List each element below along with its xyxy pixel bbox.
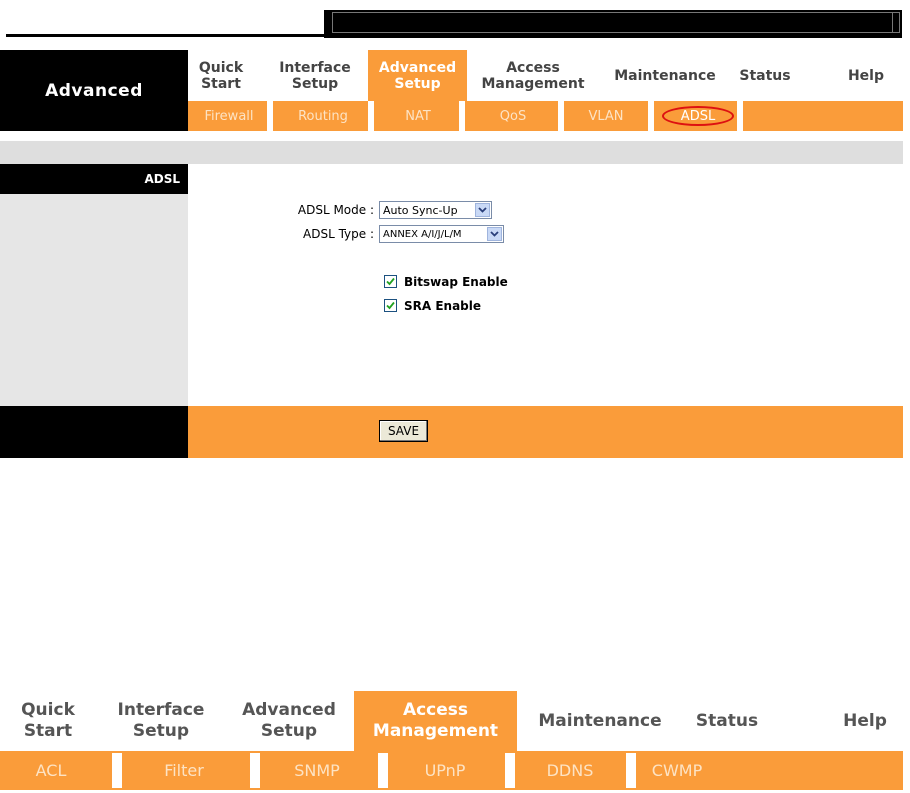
subnav-separator [558,101,564,131]
nav-label: Maintenance [614,67,716,84]
nav-maintenance[interactable]: Maintenance [604,50,726,101]
subnav-vlan[interactable]: VLAN [568,101,644,131]
subnav-nat[interactable]: NAT [378,101,458,131]
subnav-separator [368,101,374,131]
adsl-type-label: ADSL Type : [303,227,374,241]
subnav2-cwmp[interactable]: CWMP [640,751,714,790]
nav2-label: Advanced Setup [242,700,336,741]
subnav2-separator [378,753,388,788]
subnav-routing[interactable]: Routing [280,101,366,131]
section-title: ADSL [144,172,180,186]
nav2-label: Access Management [372,700,499,741]
sra-label: SRA Enable [404,299,482,313]
nav-advanced-setup[interactable]: Advanced Setup [368,50,467,101]
subnav2-separator [505,753,515,788]
subnav2-upnp[interactable]: UPnP [390,751,500,790]
nav-interface-setup[interactable]: Interface Setup [263,50,367,101]
nav-quick-start[interactable]: Quick Start [188,50,254,101]
save-button[interactable]: SAVE [379,420,428,442]
subnav2-separator [250,753,260,788]
nav2-status[interactable]: Status [686,691,768,751]
nav-label: Help [847,67,885,84]
nav2-label: Interface Setup [117,700,205,741]
nav2-quick-start[interactable]: Quick Start [0,691,96,751]
subnav-separator [737,101,743,131]
brand-title: Advanced [45,80,143,101]
top-banner-frame [332,12,900,33]
subnav-separator [459,101,465,131]
chevron-down-icon[interactable] [487,227,502,241]
nav-label: Quick Start [198,59,244,92]
nav2-access-management[interactable]: Access Management [354,691,517,751]
subnav-separator [267,101,273,131]
footer-left [0,406,188,458]
subnav-separator [648,101,654,131]
footer-bar [188,406,903,458]
sra-checkbox[interactable] [384,299,397,312]
adsl-highlight-ring [662,106,734,126]
nav2-interface-setup[interactable]: Interface Setup [104,691,218,751]
content-panel [188,164,903,406]
checkmark-icon [386,277,395,286]
top-divider-line [6,34,324,37]
subnav2-ddns[interactable]: DDNS [518,751,622,790]
adsl-type-select[interactable]: ANNEX A/I/J/L/M [379,225,504,243]
nav2-help[interactable]: Help [830,691,900,751]
nav-help[interactable]: Help [836,50,896,101]
subnav-firewall[interactable]: Firewall [192,101,266,131]
nav-label: Status [739,67,791,84]
bitswap-checkbox[interactable] [384,275,397,288]
subnav2-snmp[interactable]: SNMP [262,751,372,790]
adsl-mode-select[interactable]: Auto Sync-Up [379,201,492,219]
top-banner-frame-end [892,12,900,33]
subnav2-separator [626,753,636,788]
nav2-label: Maintenance [538,710,662,731]
subnav2-acl[interactable]: ACL [8,751,94,790]
nav-access-management[interactable]: Access Management [474,50,592,101]
nav-label: Interface Setup [279,59,351,92]
subnav2-separator [112,753,122,788]
subnav-qos[interactable]: QoS [470,101,556,131]
adsl-mode-label: ADSL Mode : [297,203,374,217]
spacer-band [0,141,903,164]
checkmark-icon [386,301,395,310]
nav2-label: Help [843,710,887,731]
adsl-mode-value: Auto Sync-Up [383,203,458,217]
sidebar-panel [0,194,188,406]
nav2-label: Status [695,710,759,731]
adsl-type-value: ANNEX A/I/J/L/M [383,228,462,240]
nav-status[interactable]: Status [730,50,800,101]
nav2-advanced-setup[interactable]: Advanced Setup [232,691,346,751]
nav-label: Advanced Setup [378,59,457,92]
subnav2-filter[interactable]: Filter [126,751,242,790]
nav2-maintenance[interactable]: Maintenance [528,691,672,751]
nav2-label: Quick Start [21,700,75,741]
bitswap-label: Bitswap Enable [404,275,508,289]
chevron-down-icon[interactable] [475,203,490,217]
nav-label: Access Management [481,59,585,92]
